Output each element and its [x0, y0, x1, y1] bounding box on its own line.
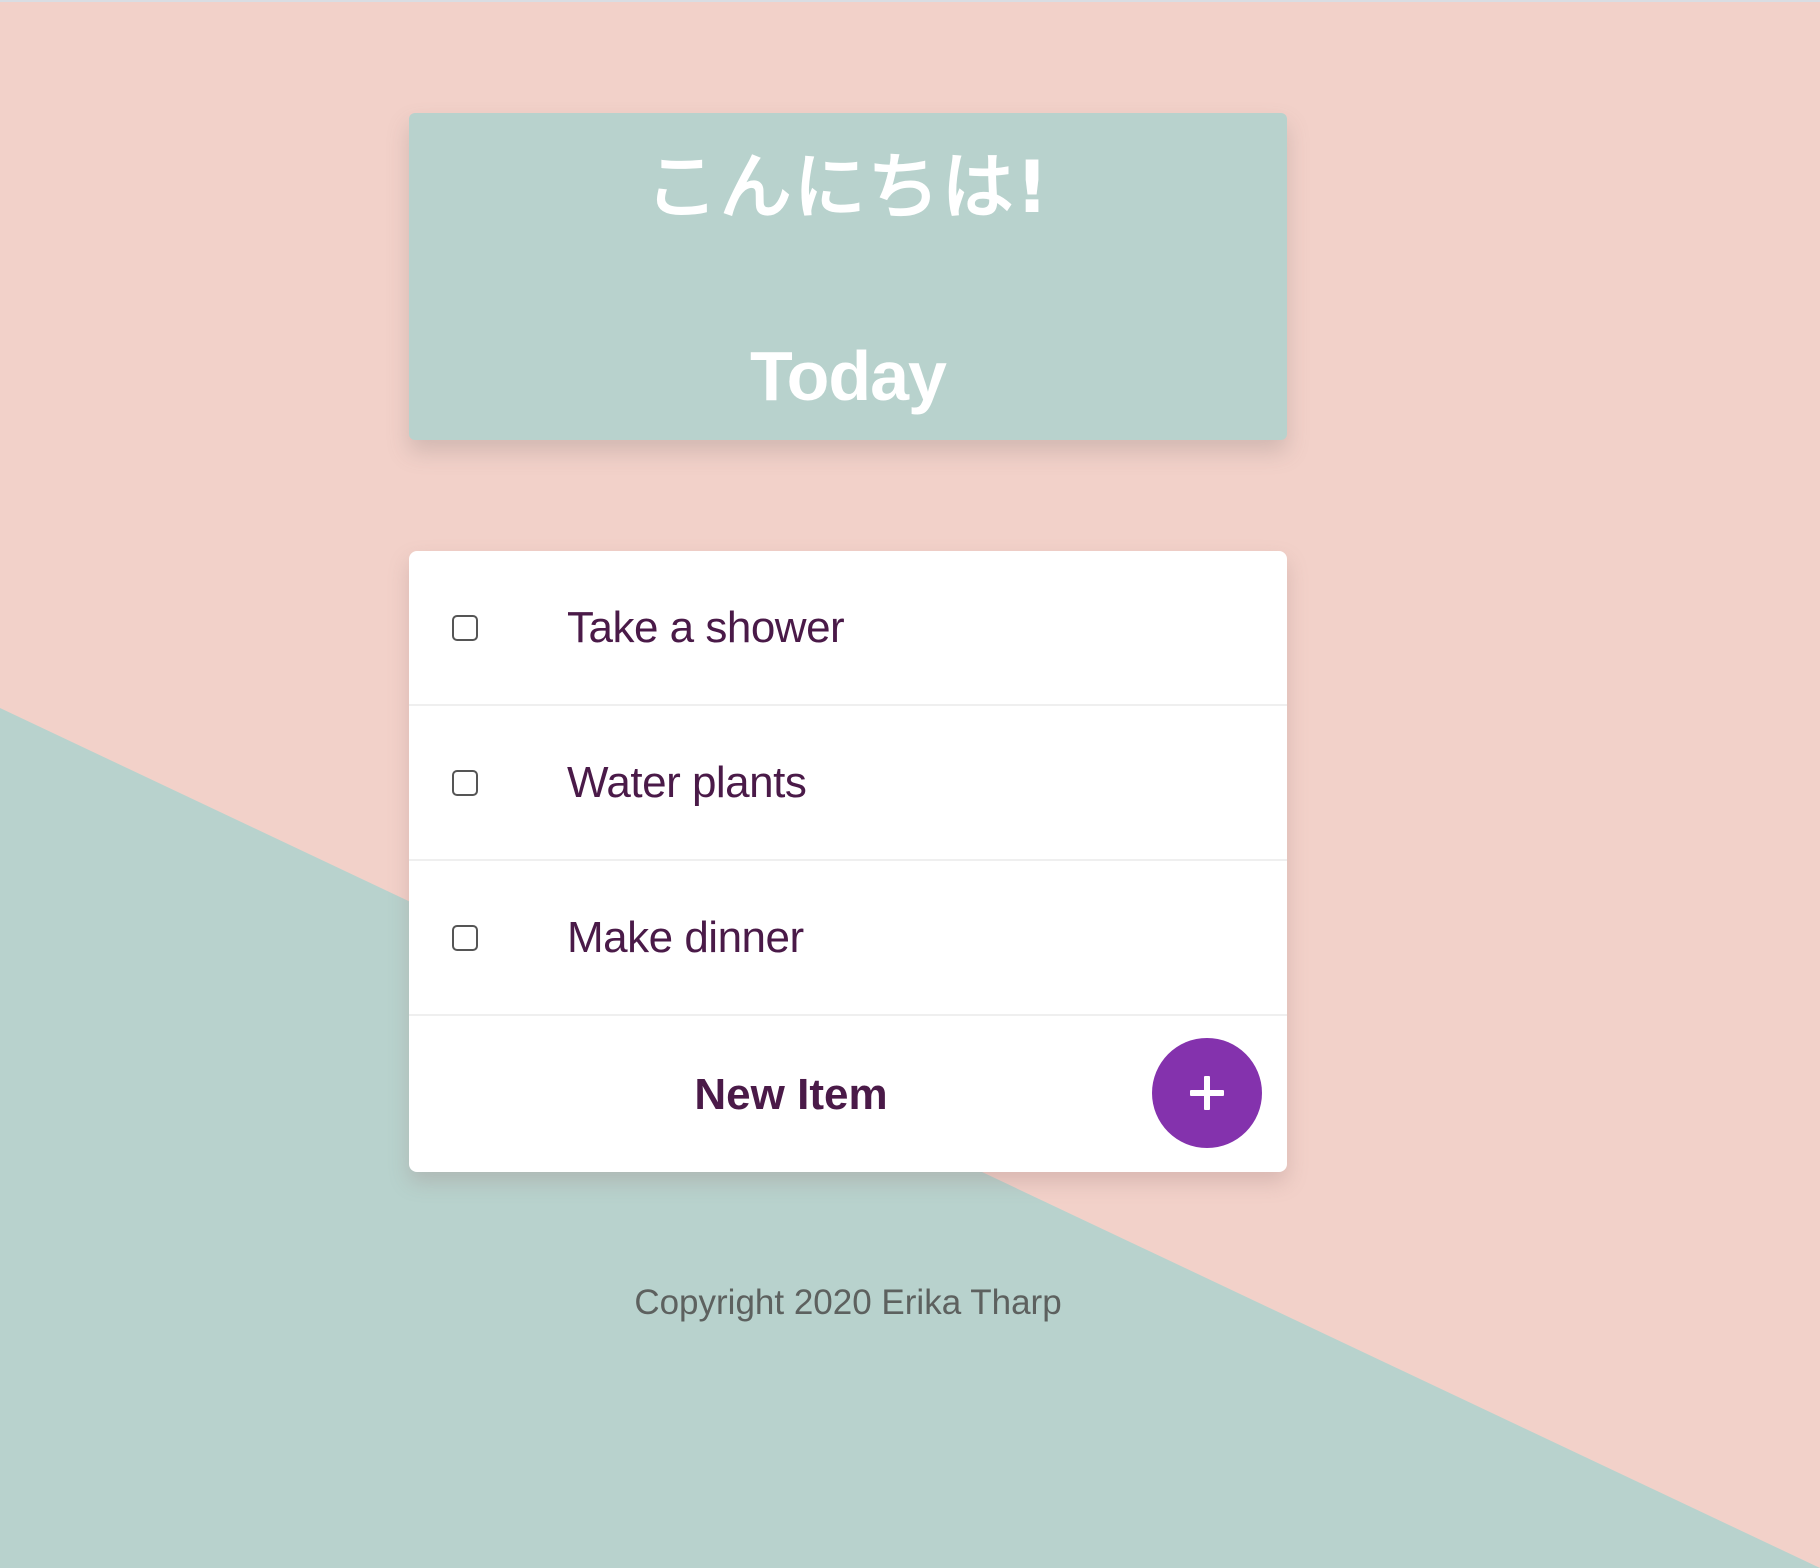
header-card: こんにちは! Today: [409, 113, 1287, 440]
todo-label: Water plants: [567, 757, 807, 807]
todo-item: Make dinner: [409, 861, 1287, 1016]
top-border: [0, 0, 1820, 2]
todo-checkbox[interactable]: [452, 614, 478, 641]
page-title: Today: [750, 337, 947, 415]
greeting-text: こんにちは!: [645, 145, 1051, 229]
footer-copyright: Copyright 2020 Erika Tharp: [634, 1283, 1062, 1322]
todo-label: Take a shower: [567, 602, 845, 652]
todo-checkbox[interactable]: [452, 924, 478, 951]
todo-item: Take a shower: [409, 551, 1287, 706]
todo-item: Water plants: [409, 706, 1287, 861]
new-item-input[interactable]: [439, 1054, 1143, 1136]
todo-checkbox[interactable]: [452, 769, 478, 796]
add-item-button[interactable]: [1152, 1038, 1262, 1148]
plus-icon: [1190, 1076, 1224, 1110]
todo-list-card: Take a shower Water plants Make dinner: [409, 551, 1287, 1172]
todo-label: Make dinner: [567, 912, 804, 962]
new-item-row: [409, 1016, 1287, 1171]
